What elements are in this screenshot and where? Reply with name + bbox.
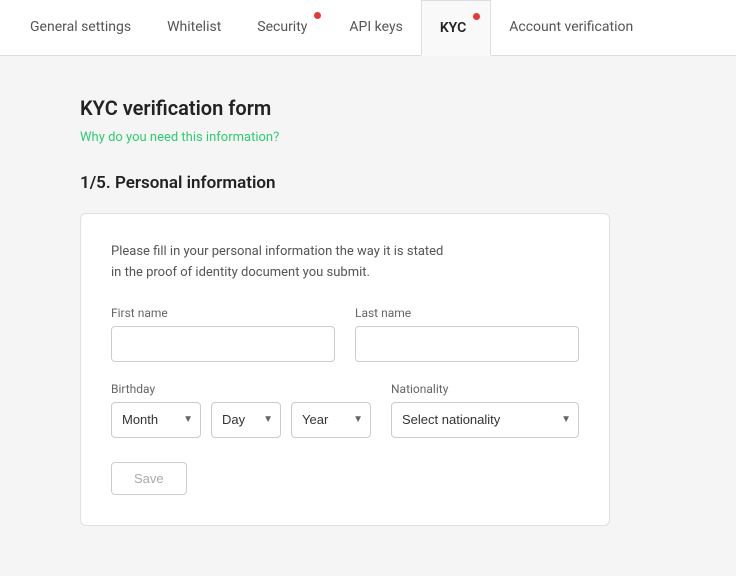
year-select-wrap: Year 20262025202420232022202120202019201… [291,402,371,438]
tab-security[interactable]: Security [239,0,331,56]
last-name-input[interactable] [355,326,579,362]
nationality-group: Nationality Select nationality AmericanB… [391,382,579,438]
nationality-select[interactable]: Select nationality AmericanBritishCanadi… [391,402,579,438]
security-dot-indicator [314,12,321,19]
birthday-selects: Month JanuaryFebruaryMarch AprilMayJune … [111,402,371,438]
last-name-group: Last name [355,306,579,362]
kyc-dot-indicator [473,13,480,20]
tabs-bar: General settings Whitelist Security API … [0,0,736,56]
tab-api-keys[interactable]: API keys [331,0,420,56]
save-button[interactable]: Save [111,462,187,495]
year-select[interactable]: Year 20262025202420232022202120202019201… [291,402,371,438]
month-select-wrap: Month JanuaryFebruaryMarch AprilMayJune … [111,402,201,438]
birthday-label: Birthday [111,382,371,396]
last-name-label: Last name [355,306,579,320]
why-link[interactable]: Why do you need this information? [80,130,656,145]
tab-general-settings[interactable]: General settings [12,0,149,56]
tab-whitelist[interactable]: Whitelist [149,0,239,56]
birthday-group: Birthday Month JanuaryFebruaryMarch Apri… [111,382,371,438]
first-name-group: First name [111,306,335,362]
day-select[interactable]: Day for(let i=1;i<=31;i++) document.writ… [211,402,281,438]
month-select[interactable]: Month JanuaryFebruaryMarch AprilMayJune … [111,402,201,438]
main-content: KYC verification form Why do you need th… [0,56,736,566]
step-title: 1/5. Personal information [80,173,656,193]
nationality-label: Nationality [391,382,579,396]
first-name-input[interactable] [111,326,335,362]
form-card: Please fill in your personal information… [80,213,610,526]
name-row: First name Last name [111,306,579,362]
birthday-nationality-row: Birthday Month JanuaryFebruaryMarch Apri… [111,382,579,438]
form-instruction: Please fill in your personal information… [111,242,579,284]
first-name-label: First name [111,306,335,320]
tab-kyc[interactable]: KYC [421,0,491,56]
tab-account-verification[interactable]: Account verification [491,0,651,56]
day-select-wrap: Day for(let i=1;i<=31;i++) document.writ… [211,402,281,438]
nationality-select-wrap: Select nationality AmericanBritishCanadi… [391,402,579,438]
form-title: KYC verification form [80,96,656,120]
